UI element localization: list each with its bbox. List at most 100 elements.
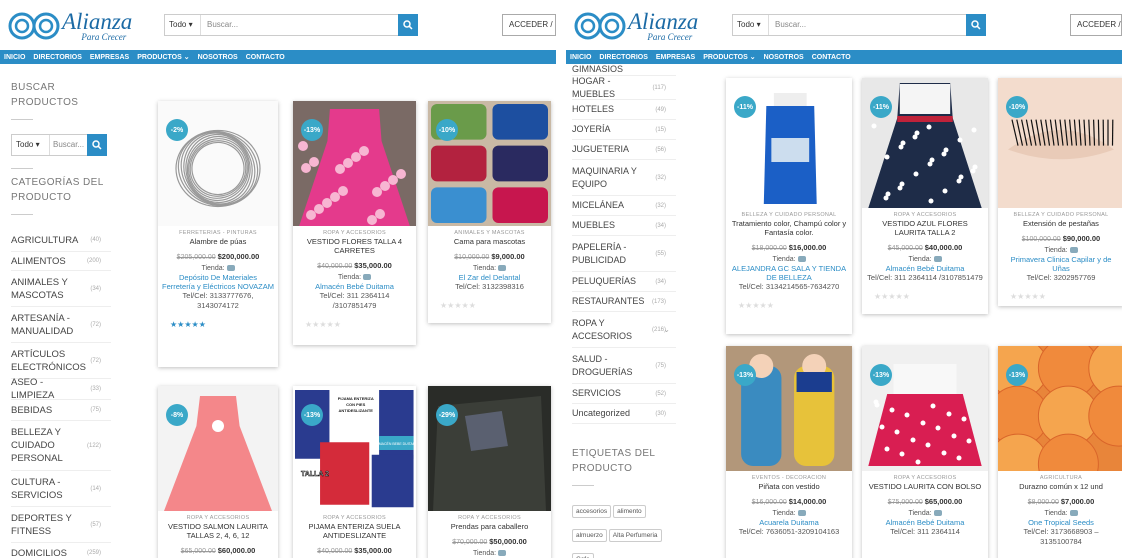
store-link[interactable]: ALEJANDRA GC SALA Y TIENDA DE BELLEZA — [730, 264, 848, 282]
nav-empresas[interactable]: EMPRESAS — [656, 54, 695, 61]
tag-chip[interactable]: Cafe — [572, 553, 594, 558]
store-link[interactable]: Almacén Bebé Duitama — [297, 282, 412, 291]
tag-chip[interactable]: almuerzo — [572, 529, 607, 542]
category-item[interactable]: ALIMENTOS (200) — [11, 252, 111, 271]
store-link[interactable]: Almacén Bebé Duitama — [866, 264, 984, 273]
category-item[interactable]: MICELÁNEA (32) — [572, 196, 676, 216]
category-item[interactable]: PELUQUERÍAS (34) — [572, 272, 676, 292]
product-name[interactable]: Alambre de púas — [162, 237, 274, 246]
product-card[interactable]: -11% BELLEZA Y CUIDADO PERSONAL Tratamient… — [726, 78, 852, 334]
product-category[interactable]: ROPA Y ACCESORIOS — [297, 229, 412, 237]
product-name[interactable]: VESTIDO SALMON LAURITA TALLAS 2, 4, 6, 1… — [162, 522, 274, 540]
product-category[interactable]: ROPA Y ACCESORIOS — [866, 211, 984, 219]
search-category-select[interactable]: Todo ▾ — [733, 15, 769, 35]
login-register-link[interactable]: ACCEDER / REGISTRARSE — [1070, 14, 1122, 36]
store-link[interactable]: Depósito De Materiales Ferretería y Eléc… — [162, 273, 274, 291]
search-input[interactable]: Buscar... — [201, 15, 398, 35]
store-link[interactable]: Primavera Clinica Capilar y de Uñas — [1002, 255, 1120, 273]
product-card[interactable]: -29% ROPA Y ACCESORIOS Prendas para caball… — [428, 386, 551, 558]
product-category[interactable]: ROPA Y ACCESORIOS — [297, 514, 412, 522]
product-category[interactable]: FERRETERIAS - PINTURAS — [162, 229, 274, 237]
category-item[interactable]: Uncategorized (30) — [572, 404, 676, 424]
store-link[interactable]: Almacén Bebé Duitama — [866, 518, 984, 527]
product-category[interactable]: BELLEZA Y CUIDADO PERSONAL — [1002, 211, 1120, 219]
search-category-select[interactable]: Todo ▾ — [165, 15, 201, 35]
category-item[interactable]: RESTAURANTES (173) — [572, 292, 676, 312]
product-name[interactable]: VESTIDO AZUL FLORES LAURITA TALLA 2 — [866, 219, 984, 237]
nav-nosotros[interactable]: NOSOTROS — [198, 54, 238, 61]
nav-productos[interactable]: PRODUCTOS ⌄ — [137, 53, 189, 61]
product-card[interactable]: -11% ROPA Y ACCESORIOS VESTIDO AZUL FLORES… — [862, 78, 988, 314]
category-item[interactable]: CULTURA - SERVICIOS (14) — [11, 471, 111, 507]
category-item[interactable]: ARTÍCULOS ELECTRÓNICOS (72) — [11, 343, 111, 379]
product-name[interactable]: Piñata con vestido — [730, 482, 848, 491]
product-name[interactable]: Tratamiento color, Champú color y Fantas… — [730, 219, 848, 237]
nav-contacto[interactable]: CONTACTO — [246, 54, 285, 61]
nav-inicio[interactable]: INICIO — [4, 54, 25, 61]
product-category[interactable]: ROPA Y ACCESORIOS — [866, 474, 984, 482]
store-link[interactable]: El Zar del Delantal — [432, 273, 547, 282]
category-item[interactable]: ANIMALES Y MASCOTAS (34) — [11, 271, 111, 307]
search-button[interactable] — [966, 14, 986, 36]
nav-inicio[interactable]: INICIO — [570, 54, 591, 61]
category-item[interactable]: SALUD - DROGUERÍAS (75) — [572, 348, 676, 384]
category-item[interactable]: DOMICILIOS (259) — [11, 543, 111, 558]
product-name[interactable]: VESTIDO FLORES TALLA 4 CARRETES — [297, 237, 412, 255]
product-name[interactable]: PIJAMA ENTERIZA SUELA ANTIDESLIZANTE — [297, 522, 412, 540]
search-input[interactable]: Buscar... — [50, 135, 87, 155]
nav-productos[interactable]: PRODUCTOS ⌄ — [703, 53, 755, 61]
category-item[interactable]: ASEO - LIMPIEZA (33) — [11, 377, 111, 401]
category-item[interactable]: MUEBLES (34) — [572, 216, 676, 236]
category-item[interactable]: BELLEZA Y CUIDADO PERSONAL (122) — [11, 421, 111, 471]
product-name[interactable]: Cama para mascotas — [432, 237, 547, 246]
store-link[interactable]: Acuarela Duitama — [730, 518, 848, 527]
product-card[interactable]: -13% ROPA Y ACCESORIOS VESTIDO FLORES TALL… — [293, 101, 416, 345]
product-category[interactable]: BELLEZA Y CUIDADO PERSONAL — [730, 211, 848, 219]
nav-nosotros[interactable]: NOSOTROS — [764, 54, 804, 61]
product-category[interactable]: AGRICULTURA — [1002, 474, 1120, 482]
category-item[interactable]: HOGAR - MUEBLES (117) — [572, 76, 676, 100]
nav-directorios[interactable]: DIRECTORIOS — [599, 54, 648, 61]
category-item[interactable]: MAQUINARIA Y EQUIPO (32) — [572, 160, 676, 196]
product-name[interactable]: Prendas para caballero — [432, 522, 547, 531]
chevron-down-icon[interactable]: ⌄ — [663, 325, 670, 334]
product-category[interactable]: EVENTOS - DECORACION — [730, 474, 848, 482]
product-name[interactable]: Extensión de pestañas — [1002, 219, 1120, 228]
nav-directorios[interactable]: DIRECTORIOS — [33, 54, 82, 61]
product-card[interactable]: -8% ROPA Y ACCESORIOS VESTIDO SALMON LAURI… — [158, 386, 278, 558]
product-card[interactable]: -2% FERRETERIAS - PINTURAS Alambre de púas… — [158, 101, 278, 367]
tag-chip[interactable]: Alta Perfumeria — [608, 529, 662, 542]
login-register-link[interactable]: ACCEDER / REGISTRARSE — [502, 14, 556, 36]
product-category[interactable]: ANIMALES Y MASCOTAS — [432, 229, 547, 237]
category-item[interactable]: ROPA Y ACCESORIOS (216) ⌄ — [572, 312, 676, 348]
category-item[interactable]: ARTESANÍA - MANUALIDAD (72) — [11, 307, 111, 343]
product-card[interactable]: -10% ANIMALES Y MASCOTAS Cama para mascota… — [428, 101, 551, 323]
product-card[interactable]: -13% AGRICULTURA Durazno común x 12 und $8,… — [998, 346, 1122, 558]
site-logo[interactable]: Alianza Para Crecer — [574, 8, 698, 44]
tag-chip[interactable]: alimento — [613, 505, 646, 518]
search-input[interactable]: Buscar... — [769, 15, 966, 35]
category-item[interactable]: SERVICIOS (52) — [572, 384, 676, 404]
product-card[interactable]: -13% ROPA Y ACCESORIOS VESTIDO LAURITA CON… — [862, 346, 988, 558]
category-item[interactable]: HOTELES (49) — [572, 100, 676, 120]
nav-empresas[interactable]: EMPRESAS — [90, 54, 129, 61]
category-item[interactable]: JUGUETERIA (56) — [572, 140, 676, 160]
nav-contacto[interactable]: CONTACTO — [812, 54, 851, 61]
store-link[interactable]: One Tropical Seeds — [1002, 518, 1120, 527]
product-category[interactable]: ROPA Y ACCESORIOS — [162, 514, 274, 522]
tag-chip[interactable]: accesorios — [572, 505, 612, 518]
product-card[interactable]: -10% BELLEZA Y CUIDADO PERSONAL Extensión … — [998, 78, 1122, 306]
product-card[interactable]: -13% EVENTOS - DECORACION Piñata con vesti… — [726, 346, 852, 558]
search-category-select[interactable]: Todo ▾ — [12, 135, 50, 155]
category-item[interactable]: BEBIDAS (75) — [11, 400, 111, 421]
site-logo[interactable]: Alianza Para Crecer — [8, 8, 132, 44]
category-item[interactable]: AGRICULTURA (40) — [11, 229, 111, 252]
search-button[interactable] — [87, 134, 107, 156]
product-name[interactable]: Durazno común x 12 und — [1002, 482, 1120, 491]
product-category[interactable]: ROPA Y ACCESORIOS — [432, 514, 547, 522]
product-name[interactable]: VESTIDO LAURITA CON BOLSO — [866, 482, 984, 491]
product-card[interactable]: PIJAMA ENTERIZA CON PIES ANTIDESLIZANTE … — [293, 386, 416, 558]
category-item[interactable]: PAPELERÍA - PUBLICIDAD (55) — [572, 236, 676, 272]
category-item[interactable]: DEPORTES Y FITNESS (57) — [11, 507, 111, 543]
search-button[interactable] — [398, 14, 418, 36]
